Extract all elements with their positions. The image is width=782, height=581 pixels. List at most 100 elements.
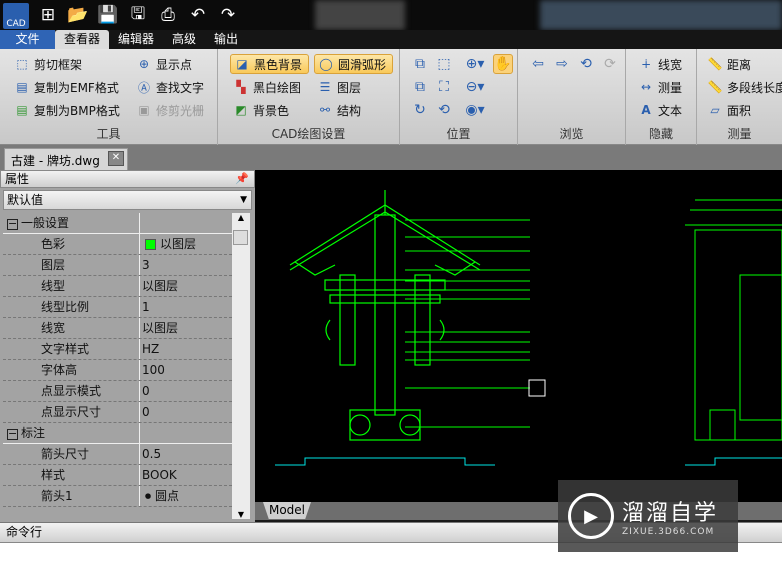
print-icon[interactable]: ⎙	[157, 4, 179, 26]
property-row[interactable]: 点显示模式 0	[3, 381, 232, 402]
new-icon[interactable]: ⊞	[37, 4, 59, 26]
background-color-button[interactable]: ◩ 背景色	[233, 100, 289, 120]
ruler-icon: 📏	[707, 57, 723, 71]
lineweight-toggle[interactable]: ∔ 线宽	[638, 54, 682, 74]
black-background-button[interactable]: ◪ 黑色背景	[230, 54, 310, 74]
tab-viewer[interactable]: 查看器	[55, 30, 110, 49]
open-icon[interactable]: 📂	[67, 4, 89, 26]
tab-model[interactable]: Model	[263, 502, 311, 519]
property-value[interactable]	[140, 213, 142, 233]
smooth-arc-button[interactable]: ◯ 圆滑弧形	[314, 54, 394, 74]
text-toggle[interactable]: A 文本	[638, 100, 682, 120]
hand-pan-icon[interactable]: ✋	[493, 54, 513, 74]
property-row[interactable]: 线宽 以图层	[3, 318, 232, 339]
property-name-text: 图层	[41, 258, 66, 272]
property-row[interactable]: 线型 以图层	[3, 276, 232, 297]
property-row[interactable]: 样式 BOOK	[3, 465, 232, 486]
property-value-text: 0.5	[142, 447, 162, 461]
structure-button[interactable]: ⚯ 结构	[317, 100, 361, 120]
scroll-down-icon[interactable]: ▼	[232, 510, 250, 519]
property-value[interactable]: 以图层	[140, 276, 178, 296]
property-value[interactable]: 0	[140, 381, 150, 401]
watermark: ▶ 溜溜自学 ZIXUE.3D66.COM	[558, 480, 738, 552]
properties-header: 属性 📌	[0, 170, 255, 188]
property-row[interactable]: 点显示尺寸 0	[3, 402, 232, 423]
close-icon[interactable]: ✕	[108, 151, 124, 166]
fit-icon[interactable]: ⧉	[410, 77, 430, 97]
property-category[interactable]: − 一般设置	[3, 213, 232, 234]
redo-view-icon[interactable]: ⟳	[600, 54, 620, 74]
show-points-button[interactable]: ⊕ 显示点	[136, 54, 192, 74]
collapse-icon[interactable]: −	[7, 428, 18, 440]
property-row[interactable]: 色彩 以图层	[3, 234, 232, 255]
scroll-up-icon[interactable]: ▲	[232, 213, 250, 222]
zoom-extents-icon[interactable]: ⛶	[434, 77, 454, 97]
tab-advanced[interactable]: 高级	[163, 30, 205, 49]
layers-button[interactable]: ☰ 图层	[317, 77, 361, 97]
property-value[interactable]: 100	[140, 360, 165, 380]
zoom-previous-icon[interactable]: ⟲	[434, 100, 454, 120]
property-row[interactable]: 文字样式 HZ	[3, 339, 232, 360]
property-value[interactable]: 以图层	[140, 318, 178, 338]
app-logo[interactable]: CAD	[3, 3, 29, 29]
tab-editor[interactable]: 编辑器	[109, 30, 163, 49]
scrollbar[interactable]: ▲ ▼	[232, 213, 250, 519]
find-text-button[interactable]: Ⓐ 查找文字	[136, 77, 204, 97]
property-value-text: 0	[142, 405, 150, 419]
group-title: 测量	[727, 127, 752, 141]
redo-icon[interactable]: ↷	[217, 4, 239, 26]
property-row[interactable]: 箭头尺寸 0.5	[3, 444, 232, 465]
leader-lines	[405, 219, 530, 428]
drawing-canvas[interactable]	[255, 170, 782, 502]
property-value[interactable]	[140, 423, 142, 443]
zoom-out-icon[interactable]: ⊖▾	[462, 77, 488, 97]
label: 图层	[337, 80, 362, 95]
property-row[interactable]: 字体高 100	[3, 360, 232, 381]
label: 黑色背景	[254, 57, 303, 72]
zoom-window-icon[interactable]: ⬚	[434, 54, 454, 74]
clip-frame-button[interactable]: ⬚ 剪切框架	[14, 54, 82, 74]
refresh-icon[interactable]: ⟲	[576, 54, 596, 74]
property-row[interactable]: 图层 3	[3, 255, 232, 276]
property-value[interactable]: 以图层	[140, 234, 196, 254]
properties-combo[interactable]: 默认值 ▼	[3, 190, 252, 210]
save-pdf-icon[interactable]: 🖫	[127, 4, 149, 26]
property-value[interactable]: ⏺ 圆点	[140, 486, 179, 506]
property-value[interactable]: HZ	[140, 339, 159, 359]
rotate-35-icon[interactable]: ↻	[410, 100, 430, 120]
trim-raster-button[interactable]: ▣ 修剪光栅	[136, 100, 204, 120]
orbit-icon[interactable]: ◉▾	[462, 100, 488, 120]
measure-toggle[interactable]: ↔ 测量	[638, 77, 682, 97]
collapse-icon[interactable]: −	[7, 218, 18, 230]
undo-icon[interactable]: ↶	[187, 4, 209, 26]
forward-arrow-icon[interactable]: ⇨	[552, 54, 572, 74]
black-white-button[interactable]: ▚ 黑白绘图	[233, 77, 301, 97]
property-row[interactable]: 箭头1 ⏺ 圆点	[3, 486, 232, 507]
scroll-thumb[interactable]	[233, 230, 248, 245]
group-browse: ⇦ ⇨ ⟲ ⟳ 浏览	[518, 49, 626, 145]
pin-icon[interactable]: 📌	[235, 171, 249, 187]
label: 查找文字	[156, 80, 205, 95]
property-value[interactable]: 0.5	[140, 444, 161, 464]
label: 文本	[658, 103, 683, 118]
polyline-length-button[interactable]: 📏 多段线长度	[707, 77, 782, 97]
property-category[interactable]: − 标注	[3, 423, 232, 444]
property-value[interactable]: BOOK	[140, 465, 177, 485]
property-row[interactable]: 线型比例 1	[3, 297, 232, 318]
property-value[interactable]: 3	[140, 255, 150, 275]
tab-output[interactable]: 输出	[205, 30, 247, 49]
save-icon[interactable]: 💾	[97, 4, 119, 26]
property-name: 样式	[3, 465, 140, 485]
back-arrow-icon[interactable]: ⇦	[528, 54, 548, 74]
area-button[interactable]: ▱ 面积	[707, 100, 751, 120]
property-value[interactable]: 0	[140, 402, 150, 422]
property-value[interactable]: 1	[140, 297, 150, 317]
tab-file[interactable]: 文件	[0, 30, 55, 49]
property-name-text: 线型比例	[41, 300, 90, 314]
zoom-in-icon[interactable]: ⊕▾	[462, 54, 488, 74]
pan-view-icon[interactable]: ⧉	[410, 54, 430, 74]
document-tab[interactable]: 古建 - 牌坊.dwg ✕	[4, 148, 128, 170]
copy-emf-button[interactable]: ▤ 复制为EMF格式	[14, 77, 119, 97]
distance-button[interactable]: 📏 距离	[707, 54, 752, 74]
copy-bmp-button[interactable]: ▤ 复制为BMP格式	[14, 100, 120, 120]
